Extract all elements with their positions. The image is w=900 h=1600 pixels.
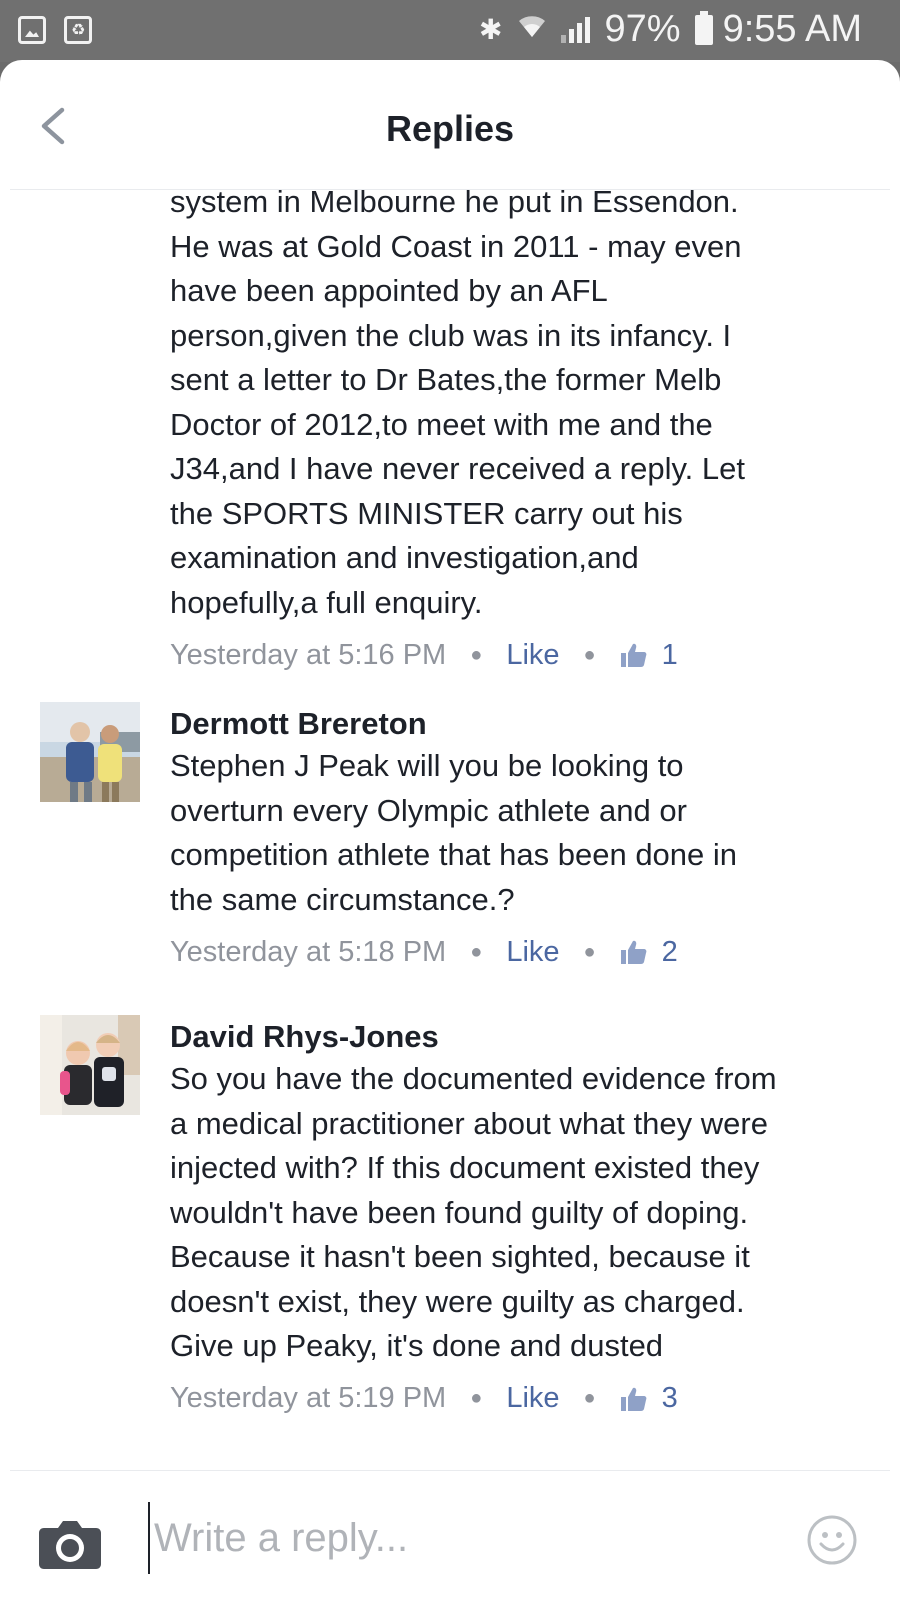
avatar[interactable]: [40, 1015, 140, 1115]
status-bar: ✱ 97% 9:55 AM: [0, 0, 900, 62]
comment-meta: Yesterday at 5:16 PM ● Like ● 1: [170, 633, 870, 677]
battery-percentage: 97%: [604, 8, 681, 50]
bluetooth-icon: ✱: [479, 13, 503, 46]
separator-dot: ●: [470, 1387, 483, 1409]
comment-text: Stephen J Peak will you be looking to ov…: [170, 748, 738, 917]
like-button[interactable]: Like: [506, 639, 559, 672]
comment-text: So you have the documented evidence from…: [170, 1061, 777, 1363]
clock: 9:55 AM: [722, 8, 862, 50]
wifi-icon: [517, 13, 547, 46]
like-count: 2: [661, 935, 678, 968]
battery-icon: [694, 10, 713, 45]
reply-input[interactable]: [148, 1502, 748, 1574]
smiley-icon[interactable]: [806, 1514, 858, 1566]
separator-dot: ●: [470, 940, 483, 963]
like-button[interactable]: Like: [506, 936, 559, 969]
comment-text: system in Melbourne he put in Essendon. …: [170, 190, 745, 620]
separator-dot: ●: [583, 940, 596, 963]
reply-composer: [0, 1470, 900, 1600]
comment-timestamp: Yesterday at 5:19 PM: [170, 1382, 447, 1414]
separator-dot: ●: [470, 643, 483, 666]
divider: [10, 1470, 890, 1471]
like-count: 3: [661, 1382, 678, 1414]
like-button[interactable]: Like: [506, 1382, 559, 1415]
recycle-icon: [64, 16, 92, 44]
separator-dot: ●: [583, 643, 596, 666]
thumbs-up-icon: [620, 940, 647, 964]
separator-dot: ●: [583, 1387, 596, 1409]
signal-icon: [560, 16, 591, 43]
comment-meta: Yesterday at 5:19 PM ● Like ● 3: [170, 1377, 870, 1421]
comment-author[interactable]: Dermott Brereton: [170, 704, 870, 744]
replies-sheet: Replies system in Melbourne he put in Es…: [0, 60, 900, 1600]
avatar[interactable]: [40, 702, 140, 802]
gallery-icon: [18, 16, 46, 44]
thumbs-up-icon: [620, 643, 647, 667]
page-title: Replies: [385, 108, 515, 149]
like-count: 1: [661, 638, 678, 671]
comment-author[interactable]: David Rhys-Jones: [170, 1017, 870, 1057]
replies-list[interactable]: system in Melbourne he put in Essendon. …: [0, 190, 900, 1530]
comment-timestamp: Yesterday at 5:18 PM: [170, 935, 447, 968]
camera-icon[interactable]: [38, 1518, 102, 1570]
comment-meta: Yesterday at 5:18 PM ● Like ● 2: [170, 930, 870, 974]
header: Replies: [0, 60, 900, 190]
comment-timestamp: Yesterday at 5:16 PM: [170, 638, 447, 671]
thumbs-up-icon: [620, 1387, 647, 1411]
